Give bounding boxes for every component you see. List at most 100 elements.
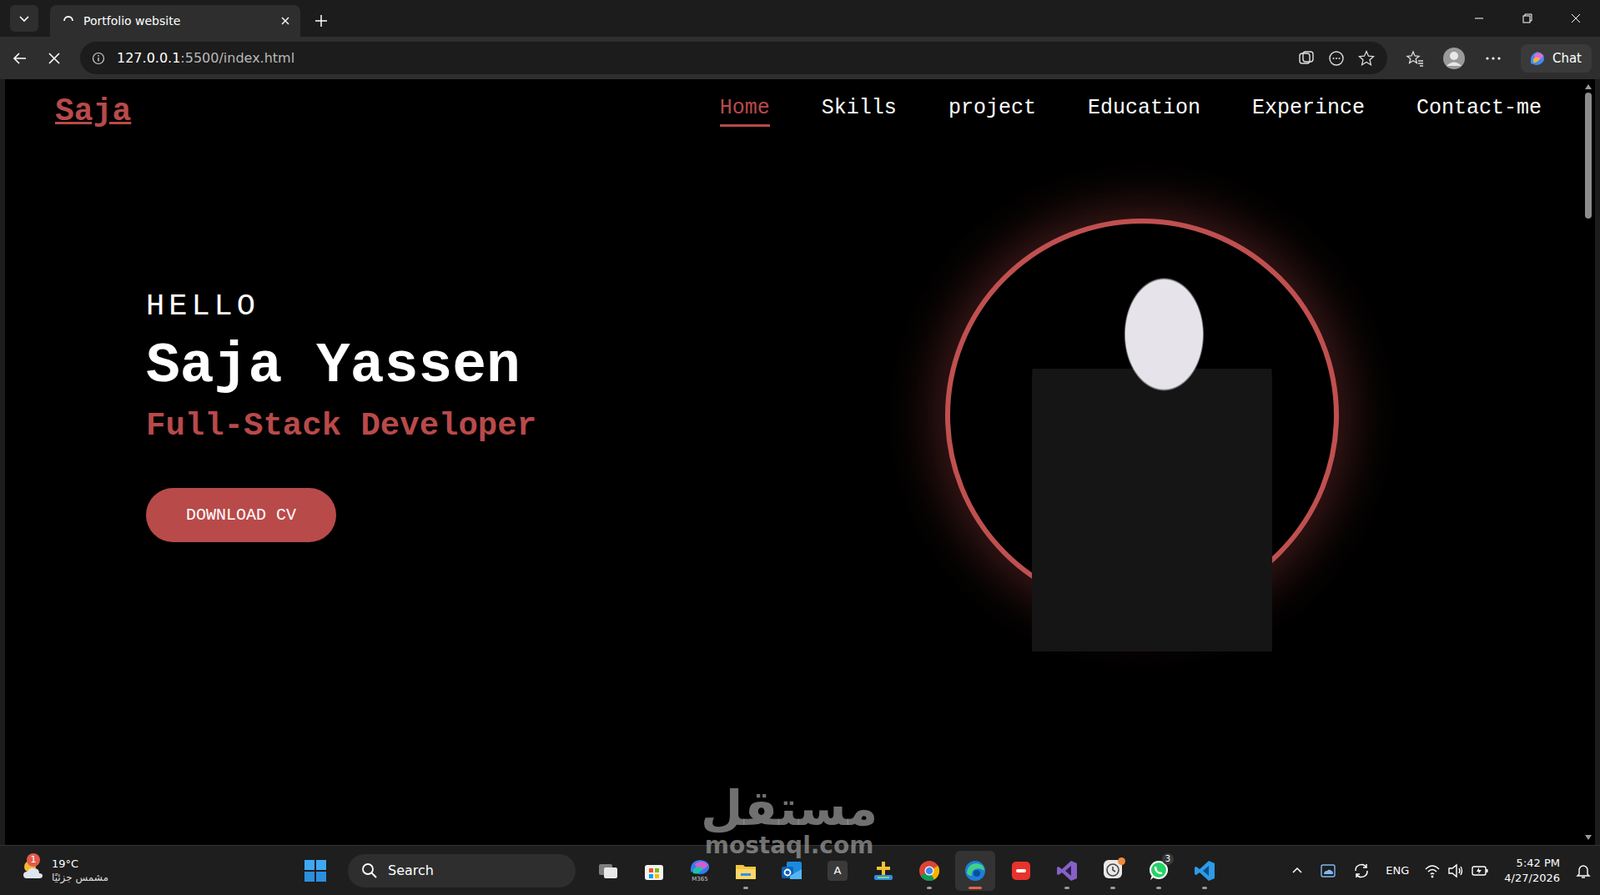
running-indicator xyxy=(1202,886,1208,890)
profile-avatar-icon[interactable] xyxy=(1442,46,1466,71)
weather-widget[interactable]: 1 19°C مشمس جزئيًا xyxy=(20,856,296,886)
watermark-latin: mostaql.com xyxy=(704,834,875,858)
taskbar-app[interactable] xyxy=(1001,850,1042,891)
nav-link[interactable]: Education xyxy=(1087,95,1201,127)
copilot-icon xyxy=(1527,48,1548,69)
nav-link[interactable]: Home xyxy=(719,95,770,127)
app-label: M365 xyxy=(691,876,708,883)
chat-label: Chat xyxy=(1552,50,1582,66)
running-indicator xyxy=(1110,886,1116,890)
taskbar-app[interactable] xyxy=(1092,850,1133,891)
download-cv-button[interactable]: DOWNLOAD CV xyxy=(145,488,337,543)
web-page: Saja Home Skills project Education Experince… xyxy=(5,79,1582,846)
browser-tab[interactable]: Portfolio website xyxy=(50,5,301,37)
close-icon[interactable] xyxy=(280,15,291,26)
nav-link[interactable]: Skills xyxy=(821,95,897,127)
tab-list-button[interactable] xyxy=(10,5,39,32)
clock-time: 5:42 PM xyxy=(1516,855,1560,871)
tool-app-icon xyxy=(871,859,896,883)
tab-strip: Portfolio website xyxy=(0,0,1600,37)
running-indicator xyxy=(1064,886,1070,890)
taskbar-app[interactable]: M365 xyxy=(679,850,720,891)
taskbar-app[interactable]: 3 xyxy=(1138,850,1179,891)
weather-temp: 19°C xyxy=(51,856,109,872)
profile-photo xyxy=(945,218,1339,613)
running-indicator xyxy=(743,886,749,890)
site-logo[interactable]: Saja xyxy=(55,92,131,131)
hero-section: HELLO Saja Yassen Full-Stack Developer D… xyxy=(5,130,1582,613)
taskbar-app[interactable]: A xyxy=(817,850,858,891)
onedrive-icon[interactable] xyxy=(1318,861,1338,881)
page-frame: Saja Home Skills project Education Experince… xyxy=(0,79,1600,846)
outlook-icon xyxy=(779,859,804,883)
more-menu-icon[interactable] xyxy=(1484,49,1503,68)
input-language[interactable]: ENG xyxy=(1385,864,1409,877)
alert-dot xyxy=(1117,857,1126,866)
microsoft-365-icon xyxy=(688,858,712,877)
start-button[interactable] xyxy=(295,850,336,891)
back-arrow-icon[interactable] xyxy=(11,50,29,67)
clock[interactable]: 5:42 PM 4/27/2026 xyxy=(1504,855,1560,886)
app-badge: 3 xyxy=(1162,853,1174,866)
loading-spinner-icon xyxy=(61,14,76,28)
scroll-thumb[interactable] xyxy=(1584,92,1592,219)
running-indicator xyxy=(1156,886,1162,890)
taskbar-app[interactable] xyxy=(588,850,629,891)
site-nav: Saja Home Skills project Education Experince… xyxy=(5,79,1582,131)
favorite-star-icon[interactable] xyxy=(1357,49,1376,68)
stop-loading-icon[interactable] xyxy=(46,50,62,66)
running-indicator xyxy=(926,886,932,890)
vscode-icon xyxy=(1192,859,1217,883)
running-indicator xyxy=(968,886,982,890)
close-window-button[interactable] xyxy=(1551,0,1600,37)
restore-button[interactable] xyxy=(1503,0,1552,37)
nav-link[interactable]: Experince xyxy=(1252,95,1365,127)
minimize-button[interactable] xyxy=(1454,0,1504,37)
scrollbar[interactable] xyxy=(1581,79,1595,846)
taskbar-app[interactable] xyxy=(955,850,996,891)
nav-links: Home Skills project Education Experince Conta… xyxy=(719,95,1542,127)
hero-name: Saja Yassen xyxy=(145,333,521,399)
taskbar-app[interactable] xyxy=(771,850,812,891)
minimize-icon xyxy=(1474,13,1485,24)
file-explorer-icon xyxy=(734,859,758,883)
hero-role: Full-Stack Developer xyxy=(145,407,537,447)
taskbar-app[interactable] xyxy=(633,850,675,891)
wifi-icon xyxy=(1423,862,1441,880)
scroll-up-icon[interactable] xyxy=(1584,84,1592,90)
nav-link[interactable]: Contact-me xyxy=(1416,95,1542,127)
portrait-photo xyxy=(1031,269,1273,652)
scroll-down-icon[interactable] xyxy=(1584,835,1592,841)
nav-link[interactable]: project xyxy=(948,95,1037,127)
taskbar: 1 19°C مشمس جزئيًا Search M365 A 3 ENG 5… xyxy=(0,845,1600,895)
taskbar-app[interactable] xyxy=(1046,850,1087,891)
taskbar-app[interactable] xyxy=(1184,850,1225,891)
taskbar-search[interactable]: Search xyxy=(347,854,576,888)
tab-title: Portfolio website xyxy=(83,14,272,28)
edge-icon xyxy=(963,859,987,883)
site-info-icon[interactable] xyxy=(91,51,106,66)
url-text: 127.0.0.1:5500/index.html xyxy=(116,50,295,66)
new-tab-icon[interactable] xyxy=(313,13,329,29)
weather-badge: 1 xyxy=(26,853,41,867)
font-app-icon: A xyxy=(827,860,848,881)
search-placeholder: Search xyxy=(387,862,434,879)
chat-button[interactable]: Chat xyxy=(1520,44,1592,73)
store-icon xyxy=(642,859,666,883)
scroll-track xyxy=(1584,92,1592,832)
taskbar-app[interactable] xyxy=(909,850,950,891)
app-available-icon[interactable] xyxy=(1297,49,1316,68)
sync-icon[interactable] xyxy=(1352,861,1371,881)
address-bar[interactable]: 127.0.0.1:5500/index.html xyxy=(80,41,1388,75)
weather-condition: مشمس جزئيًا xyxy=(51,870,109,885)
taskbar-app[interactable] xyxy=(725,850,766,891)
notification-bell-icon[interactable] xyxy=(1574,862,1592,880)
show-hidden-icons-icon[interactable] xyxy=(1290,864,1304,878)
quick-settings[interactable] xyxy=(1423,862,1490,880)
chrome-icon xyxy=(917,859,941,883)
read-aloud-icon[interactable] xyxy=(1327,49,1346,68)
taskbar-app[interactable] xyxy=(863,850,904,891)
close-window-icon xyxy=(1570,13,1581,24)
favorites-icon[interactable] xyxy=(1405,49,1424,68)
restore-icon xyxy=(1522,13,1533,24)
